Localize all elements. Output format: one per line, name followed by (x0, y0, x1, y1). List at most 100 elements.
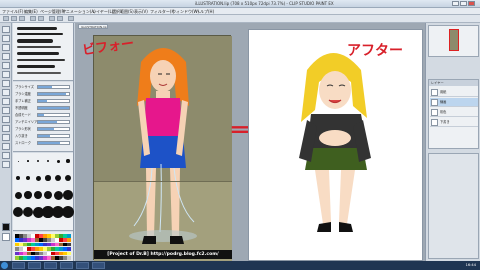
taskbar-app-4[interactable] (60, 262, 73, 269)
new-file-icon[interactable] (3, 16, 9, 21)
brush-size-option[interactable] (13, 207, 23, 217)
menu-file[interactable]: ファイル(F) (2, 8, 23, 15)
color-swatch[interactable] (67, 256, 71, 260)
taskbar-app-1[interactable] (12, 262, 25, 269)
color-swatch[interactable] (43, 238, 47, 242)
property-row[interactable]: 入り抜き (15, 133, 71, 139)
property-row[interactable]: 手ブレ補正 (15, 98, 71, 104)
color-swatch[interactable] (27, 234, 31, 238)
color-swatch[interactable] (51, 238, 55, 242)
brush-size-option[interactable] (17, 160, 19, 162)
brush-size-option[interactable] (53, 190, 63, 200)
color-swatch[interactable] (47, 256, 51, 260)
color-swatch[interactable] (51, 256, 55, 260)
color-swatch[interactable] (59, 251, 63, 256)
navigator-thumbnail[interactable] (449, 29, 459, 51)
color-swatch[interactable] (19, 242, 23, 247)
open-file-icon[interactable] (11, 16, 17, 21)
property-slider[interactable] (37, 113, 70, 117)
color-swatch[interactable] (35, 242, 39, 247)
color-swatch[interactable] (63, 251, 67, 256)
correct-line-tool-icon[interactable] (2, 161, 10, 168)
select-all-icon[interactable] (68, 16, 74, 21)
color-swatch[interactable] (63, 238, 67, 242)
layer-row[interactable]: 下書き (430, 118, 478, 127)
color-swatch[interactable] (31, 238, 35, 242)
color-swatch[interactable] (59, 247, 63, 251)
color-swatch[interactable] (31, 256, 35, 260)
document-tab[interactable]: ILLUSTRATION.lip (78, 24, 108, 29)
layer-row[interactable]: 用紙 (430, 88, 478, 97)
color-swatch[interactable] (63, 256, 67, 260)
brush-size-option[interactable] (25, 175, 31, 181)
brush-size-option[interactable] (45, 175, 51, 181)
color-swatch[interactable] (47, 242, 51, 247)
menu-animation[interactable]: アニメーション(A) (62, 8, 96, 15)
color-swatch[interactable] (31, 247, 35, 251)
color-swatch[interactable] (67, 247, 71, 251)
pen-tool-icon[interactable] (2, 62, 10, 69)
color-swatch[interactable] (27, 251, 31, 256)
color-swatch[interactable] (15, 251, 19, 256)
brush-size-option[interactable] (22, 206, 34, 218)
color-swatch[interactable] (59, 242, 63, 247)
color-swatch[interactable] (59, 234, 63, 238)
brush-size-option[interactable] (35, 175, 41, 181)
blend-tool-icon[interactable] (2, 107, 10, 114)
color-swatch[interactable] (43, 234, 47, 238)
menu-selection[interactable]: 選択範囲(S) (112, 8, 134, 15)
color-swatch[interactable] (39, 247, 43, 251)
brush-size-option[interactable] (27, 160, 29, 162)
color-swatch[interactable] (31, 251, 35, 256)
color-swatch[interactable] (39, 256, 43, 260)
property-slider[interactable] (37, 134, 70, 138)
property-row[interactable]: ストローク (15, 140, 71, 146)
color-swatch[interactable] (15, 234, 19, 238)
brush-preview-5[interactable] (17, 52, 59, 55)
color-swatch[interactable] (15, 256, 19, 260)
color-swatch[interactable] (63, 234, 67, 238)
color-swatch[interactable] (43, 251, 47, 256)
color-swatch[interactable] (47, 247, 51, 251)
brush-size-option[interactable] (46, 159, 50, 163)
brush-preview-4[interactable] (17, 46, 61, 48)
color-swatch[interactable] (27, 247, 31, 251)
color-swatch[interactable] (19, 256, 23, 260)
color-swatch[interactable] (15, 247, 19, 251)
color-swatch[interactable] (19, 238, 23, 242)
eraser-tool-icon[interactable] (2, 98, 10, 105)
brush-size-option[interactable] (55, 175, 61, 181)
color-swatch[interactable] (43, 256, 47, 260)
brush-size-option[interactable] (66, 159, 70, 163)
color-swatch[interactable] (39, 238, 43, 242)
color-swatch[interactable] (51, 247, 55, 251)
color-swatch[interactable] (23, 242, 27, 247)
color-swatch[interactable] (51, 234, 55, 238)
color-swatch[interactable] (23, 234, 27, 238)
color-swatch[interactable] (67, 238, 71, 242)
menu-view[interactable]: 表示(V) (134, 8, 148, 15)
ruler-tool-icon[interactable] (2, 152, 10, 159)
color-swatch[interactable] (23, 256, 27, 260)
brush-size-option[interactable] (14, 191, 22, 199)
brush-size-option[interactable] (64, 174, 72, 182)
brush-preview-7[interactable] (17, 65, 55, 68)
property-slider[interactable] (37, 127, 70, 131)
color-swatch[interactable] (43, 242, 47, 247)
brush-size-option[interactable] (63, 190, 73, 200)
color-swatch[interactable] (39, 251, 43, 256)
color-swatch[interactable] (19, 251, 23, 256)
brush-preview-8[interactable] (17, 72, 61, 74)
redo-icon[interactable] (38, 16, 44, 21)
color-swatch[interactable] (51, 251, 55, 256)
airbrush-tool-icon[interactable] (2, 89, 10, 96)
zoom-tool-icon[interactable] (2, 26, 10, 33)
layer-row[interactable]: 彩色 (430, 108, 478, 117)
maximize-button[interactable] (460, 1, 467, 6)
color-swatch[interactable] (47, 238, 51, 242)
color-swatch[interactable] (35, 256, 39, 260)
taskbar-app-3[interactable] (44, 262, 57, 269)
color-swatch[interactable] (67, 234, 71, 238)
sub-color-swatch[interactable] (2, 233, 10, 241)
taskbar-app-2[interactable] (28, 262, 41, 269)
